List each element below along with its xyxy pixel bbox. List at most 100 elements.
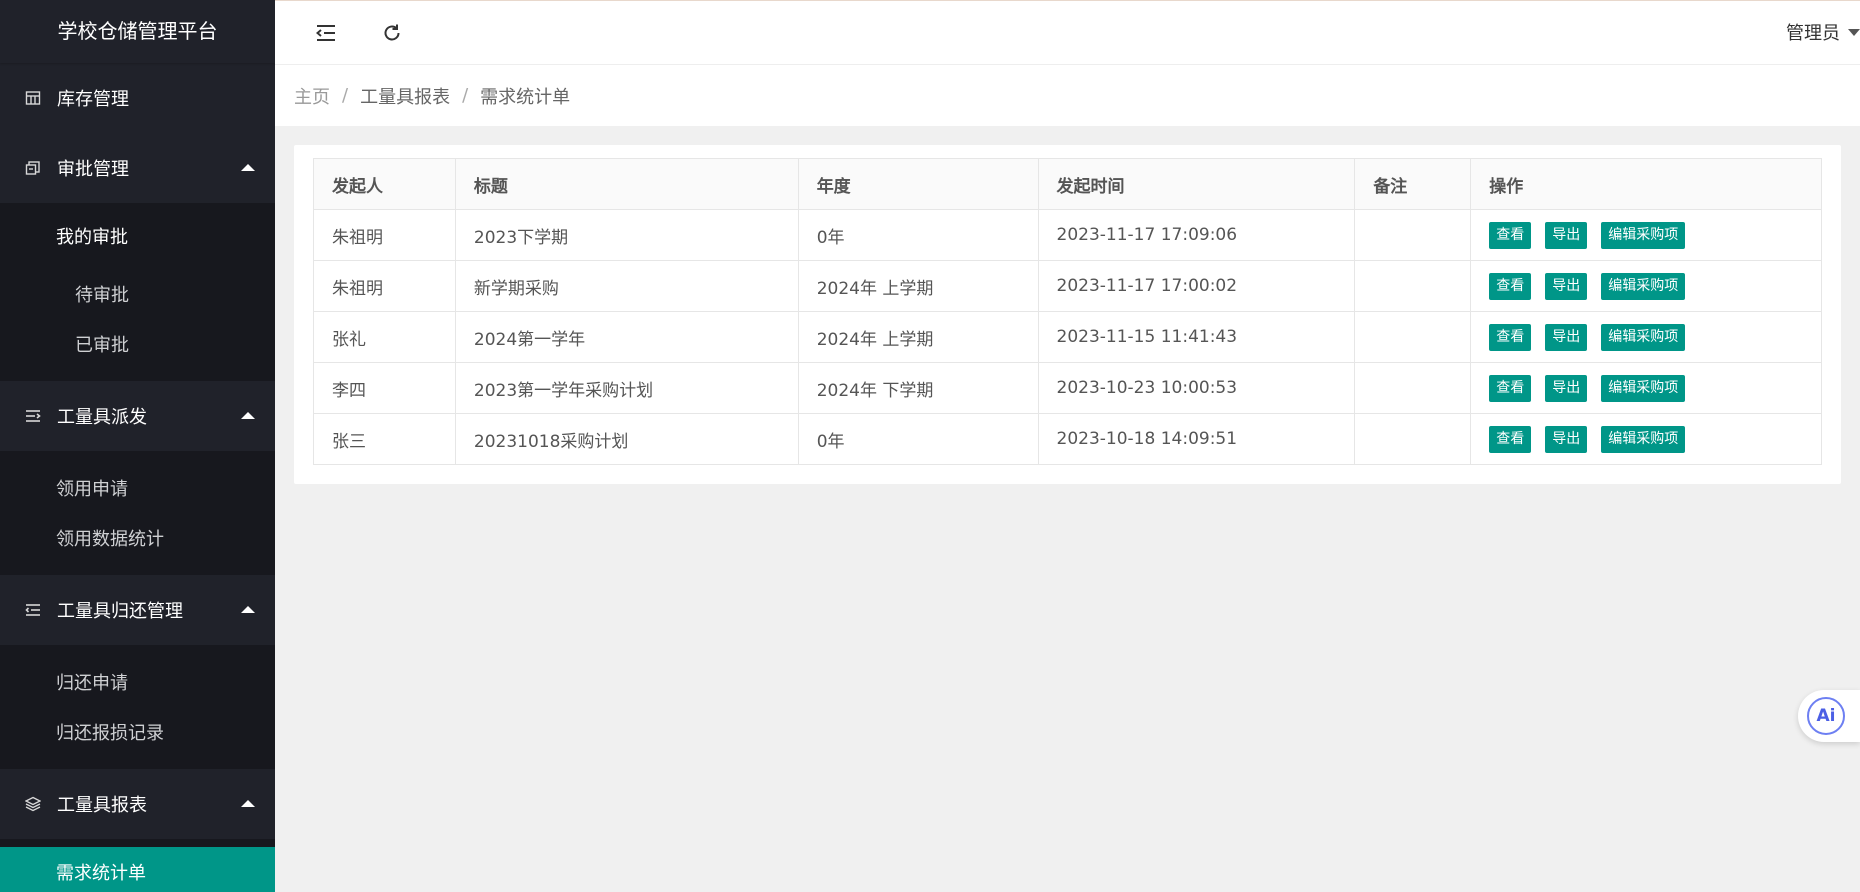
toggle-sidebar-button[interactable]: [310, 17, 342, 49]
cell-actions: 查看 导出 编辑采购项: [1470, 260, 1822, 312]
cell-actions: 查看 导出 编辑采购项: [1470, 413, 1822, 465]
submenu-padding: [0, 563, 275, 575]
cell-year: 0年: [797, 209, 1039, 261]
layers-icon: [24, 795, 42, 813]
nav-apply[interactable]: 领用申请: [0, 463, 275, 513]
nav-approval[interactable]: 审批管理: [0, 133, 275, 203]
return-submenu: 归还申请 归还报损记录: [0, 645, 275, 769]
indent-icon: [24, 601, 42, 619]
sidebar: 学校仓储管理平台 库存管理 审批管理 我的审批 待审批 已审批 工量具派发 领用…: [0, 0, 275, 892]
collapse-arrow-icon: [241, 606, 255, 613]
nav-my-approval[interactable]: 我的审批: [0, 203, 275, 269]
table-row: 李四 2023第一学年采购计划 2024年 下学期 2023-10-23 10:…: [313, 362, 1822, 414]
nav-dispatch-label: 工量具派发: [57, 407, 147, 428]
warehouse-icon: [24, 89, 42, 107]
cell-initiator: 张三: [313, 413, 456, 465]
cell-time: 2023-10-18 14:09:51: [1037, 413, 1356, 465]
cell-initiator: 朱祖明: [313, 209, 456, 261]
submenu-padding: [0, 839, 275, 847]
nav-inventory-label: 库存管理: [57, 89, 129, 110]
col-time: 发起时间: [1037, 158, 1356, 210]
edit-purchase-items-button[interactable]: 编辑采购项: [1601, 425, 1686, 453]
table-header-row: 发起人 标题 年度 发起时间 备注 操作: [313, 158, 1822, 210]
cell-year: 2024年 上学期: [797, 311, 1039, 363]
dispatch-submenu: 领用申请 领用数据统计: [0, 451, 275, 575]
col-actions: 操作: [1470, 158, 1822, 210]
cell-note: [1354, 209, 1472, 261]
report-submenu: 需求统计单: [0, 839, 275, 892]
nav-apply-label: 领用申请: [56, 479, 128, 500]
nav-pending[interactable]: 待审批: [0, 269, 275, 319]
user-menu[interactable]: 管理员: [1786, 19, 1860, 45]
table-row: 朱祖明 2023下学期 0年 2023-11-17 17:09:06 查看 导出编…: [313, 209, 1822, 261]
view-button[interactable]: 查看: [1489, 272, 1532, 300]
refresh-button[interactable]: [376, 17, 408, 49]
submenu-padding: [0, 645, 275, 657]
breadcrumb: 主页 / 工量具报表 / 需求统计单: [275, 64, 1860, 126]
export-button[interactable]: 导出: [1545, 374, 1588, 402]
nav-return-apply[interactable]: 归还申请: [0, 657, 275, 707]
nav-dispatch[interactable]: 工量具派发: [0, 381, 275, 451]
list-icon: [24, 407, 42, 425]
breadcrumb-section[interactable]: 工量具报表: [360, 83, 450, 109]
table-row: 朱祖明 新学期采购 2024年 上学期 2023-11-17 17:00:02 …: [313, 260, 1822, 312]
submenu-padding: [0, 369, 275, 381]
view-button[interactable]: 查看: [1489, 323, 1532, 351]
demand-table: 发起人 标题 年度 发起时间 备注 操作 朱祖明 2023下学期 0年 2023…: [313, 158, 1822, 465]
nav-approved[interactable]: 已审批: [0, 319, 275, 369]
cell-note: [1354, 260, 1472, 312]
edit-purchase-items-button[interactable]: 编辑采购项: [1601, 374, 1686, 402]
export-button[interactable]: 导出: [1545, 272, 1588, 300]
nav-return-apply-label: 归还申请: [56, 673, 128, 694]
export-button[interactable]: 导出: [1545, 425, 1588, 453]
view-button[interactable]: 查看: [1489, 221, 1532, 249]
cell-initiator: 李四: [313, 362, 456, 414]
collapse-arrow-icon: [241, 164, 255, 171]
view-button[interactable]: 查看: [1489, 374, 1532, 402]
user-name: 管理员: [1786, 23, 1840, 44]
refresh-icon: [384, 24, 400, 41]
nav-approval-label: 审批管理: [57, 159, 129, 180]
nav-my-approval-label: 我的审批: [56, 227, 128, 248]
export-button[interactable]: 导出: [1545, 323, 1588, 351]
cell-title: 2024第一学年: [454, 311, 799, 363]
edit-purchase-items-button[interactable]: 编辑采购项: [1601, 221, 1686, 249]
nav-apply-stats[interactable]: 领用数据统计: [0, 513, 275, 563]
cell-actions: 查看 导出 编辑采购项: [1470, 362, 1822, 414]
cell-year: 0年: [797, 413, 1039, 465]
nav-return-label: 工量具归还管理: [57, 601, 183, 622]
breadcrumb-current: 需求统计单: [480, 86, 571, 108]
nav-return[interactable]: 工量具归还管理: [0, 575, 275, 645]
nav-approved-label: 已审批: [75, 335, 129, 356]
cell-initiator: 张礼: [313, 311, 456, 363]
export-button[interactable]: 导出: [1545, 221, 1588, 249]
cell-initiator: 朱祖明: [313, 260, 456, 312]
approval-submenu: 我的审批 待审批 已审批: [0, 203, 275, 381]
nav-demand-stats[interactable]: 需求统计单: [0, 847, 275, 892]
breadcrumb-home[interactable]: 主页: [294, 83, 330, 109]
cell-time: 2023-11-17 17:09:06: [1037, 209, 1356, 261]
cell-note: [1354, 311, 1472, 363]
submenu-padding: [0, 451, 275, 463]
ai-assistant-button[interactable]: Ai: [1798, 690, 1860, 742]
col-title: 标题: [454, 158, 799, 210]
breadcrumb-separator: /: [342, 85, 349, 106]
nav-damage-record-label: 归还报损记录: [56, 723, 164, 744]
top-header: 管理员: [275, 0, 1860, 64]
cell-actions: 查看 导出 编辑采购项: [1470, 311, 1822, 363]
view-button[interactable]: 查看: [1489, 425, 1532, 453]
menu-fold-icon: [316, 25, 335, 41]
edit-purchase-items-button[interactable]: 编辑采购项: [1601, 272, 1686, 300]
col-year: 年度: [797, 158, 1039, 210]
nav-inventory[interactable]: 库存管理: [0, 63, 275, 133]
cell-year: 2024年 上学期: [797, 260, 1039, 312]
cell-time: 2023-11-15 11:41:43: [1037, 311, 1356, 363]
cell-note: [1354, 362, 1472, 414]
edit-purchase-items-button[interactable]: 编辑采购项: [1601, 323, 1686, 351]
cell-title: 20231018采购计划: [454, 413, 799, 465]
nav-pending-label: 待审批: [75, 285, 129, 306]
app-logo-title: 学校仓储管理平台: [0, 0, 275, 63]
table-card: 发起人 标题 年度 发起时间 备注 操作 朱祖明 2023下学期 0年 2023…: [294, 145, 1841, 484]
nav-report[interactable]: 工量具报表: [0, 769, 275, 839]
nav-damage-record[interactable]: 归还报损记录: [0, 707, 275, 757]
